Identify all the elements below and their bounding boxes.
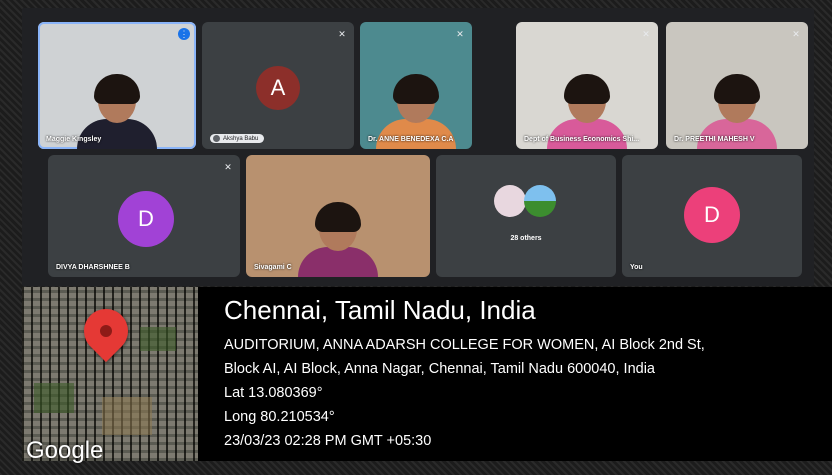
participant-name: Akshya Babu — [223, 136, 259, 142]
mic-off-icon: ✕ — [642, 29, 650, 39]
participant-tile[interactable]: D ✕ DIVYA DHARSHNEE B — [48, 155, 240, 277]
geotag-caption: Google Chennai, Tamil Nadu, India AUDITO… — [22, 287, 832, 464]
longitude: Long 80.210534° — [224, 409, 335, 425]
participant-name: Maggie Kingsley — [46, 136, 102, 143]
participant-name-chip: Akshya Babu — [210, 133, 265, 143]
participant-tile[interactable]: Sivagami C — [246, 155, 430, 277]
participant-avatar: D — [118, 191, 174, 247]
audio-wave-icon: ⋮ — [178, 28, 190, 40]
mic-off-icon: ✕ — [792, 29, 800, 39]
mic-off-icon: ✕ — [456, 29, 464, 39]
location-info: Chennai, Tamil Nadu, India AUDITORIUM, A… — [224, 295, 705, 453]
meeting-grid: ⋮ Maggie Kingsley A ✕ Akshya Babu ✕ Dr. … — [22, 8, 814, 286]
participant-tile[interactable]: ✕ Dr. PREETHI MAHESH V — [666, 22, 808, 149]
location-city: Chennai, Tamil Nadu, India — [224, 295, 536, 325]
address-line-1: AUDITORIUM, ANNA ADARSH COLLEGE FOR WOME… — [224, 337, 705, 353]
mic-off-icon: ✕ — [224, 162, 232, 172]
others-count: 28 others — [510, 235, 542, 242]
participant-avatar: D — [684, 187, 740, 243]
map-pin-icon — [74, 299, 138, 363]
participant-tile-others[interactable]: 28 others — [436, 155, 616, 277]
participant-avatar: A — [256, 66, 300, 110]
timestamp: 23/03/23 02:28 PM GMT +05:30 — [224, 433, 432, 449]
participant-thumbnail — [494, 185, 526, 217]
participant-tile[interactable]: ✕ Dept of Business Economics Shi... — [516, 22, 658, 149]
participant-tile[interactable]: ⋮ Maggie Kingsley — [38, 22, 196, 149]
participant-name: Dept of Business Economics Shi... — [524, 136, 640, 143]
participant-name: Dr. ANNE BENEDEXA C.A — [368, 136, 454, 143]
google-logo: Google — [26, 437, 104, 464]
participant-tile-self[interactable]: D You — [622, 155, 802, 277]
mic-off-icon: ✕ — [338, 29, 346, 39]
address-line-2: Block AI, AI Block, Anna Nagar, Chennai,… — [224, 361, 655, 377]
participant-name: You — [630, 264, 643, 271]
participant-video — [298, 202, 378, 277]
participant-name: Dr. PREETHI MAHESH V — [674, 136, 755, 143]
participant-tile[interactable]: ✕ Dr. ANNE BENEDEXA C.A — [360, 22, 472, 149]
participant-thumbnail — [524, 185, 556, 217]
participant-name: Sivagami C — [254, 264, 292, 271]
avatar-icon — [213, 134, 220, 142]
participant-name: DIVYA DHARSHNEE B — [56, 264, 130, 271]
latitude: Lat 13.080369° — [224, 385, 323, 401]
map-thumbnail: Google — [22, 287, 198, 464]
participant-tile[interactable]: A ✕ Akshya Babu — [202, 22, 354, 149]
